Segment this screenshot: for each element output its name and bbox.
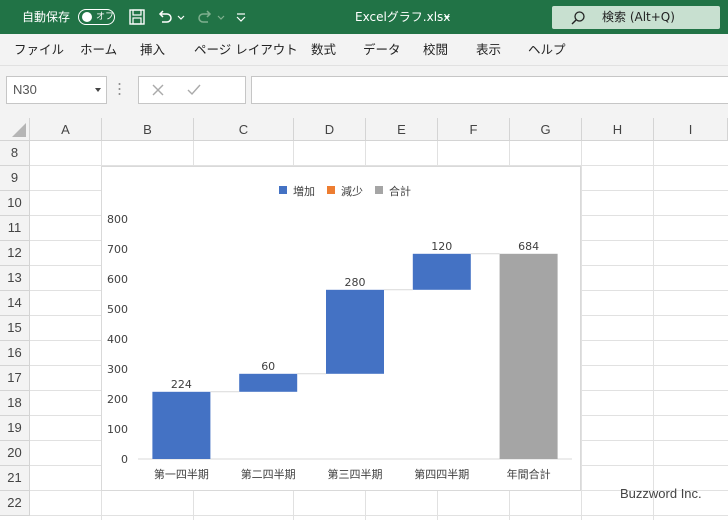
bar-4 (499, 253, 558, 459)
enter-icon[interactable] (185, 81, 203, 99)
row-header-19[interactable]: 19 (0, 416, 30, 441)
legend-swatch-0 (279, 186, 287, 194)
file-title-dropdown-icon[interactable] (442, 8, 452, 26)
bar-0 (152, 391, 211, 459)
column-header-e[interactable]: E (366, 118, 438, 141)
tab-view[interactable]: 表示 (476, 34, 501, 66)
column-header-c[interactable]: C (194, 118, 294, 141)
undo-icon[interactable] (156, 8, 174, 26)
row-header-13[interactable]: 13 (0, 266, 30, 291)
tab-help[interactable]: ヘルプ (528, 34, 566, 66)
row-header-21[interactable]: 21 (0, 466, 30, 491)
y-tick-label: 300 (107, 363, 128, 376)
legend-label-1: 減少 (341, 184, 363, 198)
row-header-20[interactable]: 20 (0, 441, 30, 466)
autosave-label: 自動保存 (22, 10, 71, 24)
search-placeholder: 検索 (Alt+Q) (602, 10, 675, 24)
drag-handle-icon[interactable] (118, 80, 121, 98)
tab-page-layout[interactable]: ページ レイアウト (194, 34, 298, 66)
redo-icon (198, 10, 212, 23)
undo-dropdown-icon[interactable] (176, 8, 186, 26)
y-tick-label: 800 (107, 213, 128, 226)
x-tick-label-3: 第四四半期 (414, 467, 469, 481)
search-icon (571, 11, 585, 25)
x-tick-label-0: 第一四半期 (154, 467, 209, 481)
data-label-3: 120 (431, 240, 452, 253)
bar-3 (412, 253, 471, 290)
formula-buttons: fx (138, 76, 373, 104)
x-tick-label-2: 第三四半期 (328, 467, 383, 481)
select-all-button[interactable] (0, 118, 30, 141)
formula-input[interactable] (251, 76, 728, 104)
title-bar: 自動保存 オフ Excelグラフ.xlsx 検索 (Alt+Q) (0, 0, 728, 34)
waterfall-chart[interactable]: 増加 減少 合計 0 100 200 300 400 500 600 700 800 224 第一四半期 6… (101, 166, 581, 491)
tab-insert[interactable]: 挿入 (140, 34, 165, 66)
y-tick-label: 500 (107, 303, 128, 316)
autosave-toggle[interactable]: オフ (78, 9, 115, 25)
gridline (30, 515, 728, 516)
y-tick-label: 200 (107, 393, 128, 406)
tab-home[interactable]: ホーム (80, 34, 117, 66)
search-box[interactable]: 検索 (Alt+Q) (552, 6, 720, 29)
tab-data[interactable]: データ (363, 34, 401, 66)
toggle-knob (82, 12, 92, 22)
tab-file[interactable]: ファイル (14, 34, 64, 66)
row-header-11[interactable]: 11 (0, 216, 30, 241)
row-header-8[interactable]: 8 (0, 141, 30, 166)
select-all-icon (12, 123, 26, 137)
save-icon[interactable] (128, 8, 146, 26)
autosave-state: オフ (96, 12, 115, 22)
column-header-g[interactable]: G (510, 118, 582, 141)
row-header-12[interactable]: 12 (0, 241, 30, 266)
tab-formulas[interactable]: 数式 (311, 34, 336, 66)
column-header-a[interactable]: A (30, 118, 102, 141)
y-tick-label: 400 (107, 333, 128, 346)
column-header-d[interactable]: D (294, 118, 366, 141)
row-header-16[interactable]: 16 (0, 341, 30, 366)
legend-swatch-2 (375, 186, 383, 194)
watermark: Buzzword Inc. (620, 486, 702, 501)
data-label-2: 280 (345, 276, 366, 289)
cancel-icon[interactable] (149, 81, 167, 99)
bar-2 (326, 289, 384, 374)
y-tick-label: 100 (107, 423, 128, 436)
row-header-17[interactable]: 17 (0, 366, 30, 391)
data-label-1: 60 (261, 360, 275, 373)
legend-label-0: 増加 (293, 185, 315, 198)
column-header-b[interactable]: B (102, 118, 194, 141)
column-header-h[interactable]: H (582, 118, 654, 141)
worksheet-grid: A B C D E F G H I 8 9 10 11 12 13 14 15 … (0, 118, 728, 520)
name-box-value: N30 (13, 82, 37, 97)
gridline (653, 141, 654, 520)
formula-bar-area: N30 fx (0, 66, 728, 118)
row-header-15[interactable]: 15 (0, 316, 30, 341)
x-tick-label-1: 第二四半期 (241, 467, 296, 481)
data-label-4: 684 (518, 240, 539, 253)
row-header-9[interactable]: 9 (0, 166, 30, 191)
data-label-0: 224 (171, 378, 192, 391)
column-header-i[interactable]: I (654, 118, 728, 141)
row-header-22[interactable]: 22 (0, 491, 30, 516)
y-tick-label: 0 (121, 453, 128, 466)
name-box-dropdown-icon[interactable] (95, 88, 101, 92)
tab-review[interactable]: 校閲 (423, 34, 448, 66)
legend-swatch-1 (327, 186, 335, 194)
legend-label-2: 合計 (389, 184, 411, 198)
column-header-f[interactable]: F (438, 118, 510, 141)
x-tick-label-4: 年間合計 (507, 467, 551, 481)
row-header-14[interactable]: 14 (0, 291, 30, 316)
name-box[interactable]: N30 (6, 76, 107, 104)
row-header-10[interactable]: 10 (0, 191, 30, 216)
y-tick-label: 700 (107, 243, 128, 256)
chart-canvas: 増加 減少 合計 0 100 200 300 400 500 600 700 800 224 第一四半期 6… (107, 184, 572, 481)
row-header-18[interactable]: 18 (0, 391, 30, 416)
customize-toolbar-icon[interactable] (234, 8, 248, 26)
ribbon-tabs: ファイル ホーム 挿入 ページ レイアウト 数式 データ 校閲 表示 ヘルプ (0, 34, 728, 66)
y-tick-label: 600 (107, 273, 128, 286)
file-title[interactable]: Excelグラフ.xlsx (355, 0, 450, 34)
redo-dropdown-icon (217, 15, 225, 20)
bar-1 (239, 373, 298, 392)
